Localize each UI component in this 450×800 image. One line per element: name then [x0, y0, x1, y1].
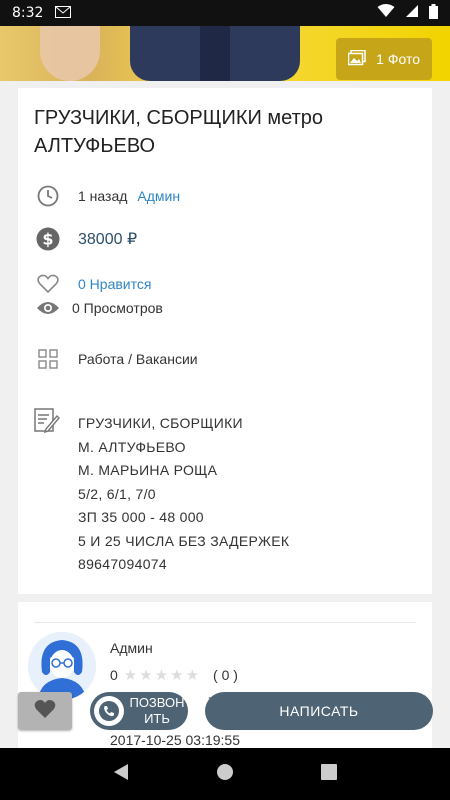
description-line: 89647094074	[78, 556, 167, 572]
rating-reviews: ( 0 )	[213, 667, 238, 683]
description-line: 5/2, 6/1, 7/0	[78, 485, 156, 502]
author-name[interactable]: Админ	[110, 640, 153, 656]
description-line: М. АЛТУФЬЕВО	[78, 438, 186, 455]
grid-icon	[34, 345, 62, 373]
description-line: ГРУЗЧИКИ, СБОРЩИКИ	[78, 415, 243, 431]
call-label-line2: ИТЬ	[144, 711, 170, 726]
call-button[interactable]: ПОЗВОН ИТЬ	[90, 692, 188, 730]
price-row: $ 38000 ₽	[34, 225, 137, 253]
description-edit-icon	[34, 408, 62, 436]
hero-image-arm	[40, 26, 100, 81]
author-link[interactable]: Админ	[137, 188, 180, 204]
avatar[interactable]	[28, 632, 96, 700]
price: 38000 ₽	[78, 231, 138, 248]
wifi-icon	[377, 4, 395, 22]
call-button-label: ПОЗВОН ИТЬ	[128, 695, 186, 727]
listing-title: ГРУЗЧИКИ, СБОРЩИКИ метро АЛТУФЬЕВО	[34, 107, 324, 157]
photo-count-badge[interactable]: 1 Фото	[336, 38, 432, 80]
description-line: ЗП 35 000 - 48 000	[78, 509, 204, 525]
battery-icon	[429, 3, 438, 23]
phone-icon	[94, 696, 124, 726]
heart-icon	[34, 699, 56, 724]
clock-icon	[34, 182, 62, 210]
favorite-button[interactable]	[18, 692, 72, 730]
gmail-notification-icon	[55, 5, 72, 22]
posted-ago: 1 назад	[78, 188, 128, 204]
listing-description: ГРУЗЧИКИ, СБОРЩИКИ М. АЛТУФЬЕВО М. МАРЬИ…	[78, 412, 289, 577]
description-line: 5 И 25 ЧИСЛА БЕЗ ЗАДЕРЖЕК	[78, 532, 290, 549]
system-nav-bar	[0, 748, 450, 800]
listing-card: ГРУЗЧИКИ, СБОРЩИКИ метро АЛТУФЬЕВО 1 наз…	[18, 88, 432, 594]
hero-image-worker	[130, 26, 300, 81]
eye-icon	[34, 294, 62, 322]
gallery-icon	[347, 49, 366, 69]
status-time: 8:32	[12, 5, 44, 21]
category-label[interactable]: Работа / Вакансии	[78, 351, 198, 367]
listing-photo[interactable]: 1 Фото	[0, 26, 450, 81]
cell-signal-icon	[405, 4, 419, 22]
posted-row: 1 назад Админ	[34, 182, 180, 210]
home-icon[interactable]	[216, 763, 234, 786]
status-bar: 8:32	[0, 0, 450, 26]
write-message-button[interactable]: НАПИСАТЬ	[205, 692, 433, 730]
likes-count[interactable]: 0 Нравится	[78, 276, 151, 292]
photo-count-label: 1 Фото	[376, 51, 420, 67]
description-line: М. МАРЬИНА РОЩА	[78, 462, 218, 478]
svg-text:$: $	[42, 230, 53, 249]
rating-stars: ★★★★★	[123, 667, 202, 684]
divider	[34, 622, 416, 623]
views-row: 0 Просмотров	[34, 294, 163, 322]
category-row[interactable]: Работа / Вакансии	[34, 345, 198, 373]
recents-icon[interactable]	[320, 763, 337, 785]
back-icon[interactable]	[113, 763, 129, 786]
rating-value: 0	[110, 667, 118, 683]
call-label-line1: ПОЗВОН	[129, 695, 185, 710]
views-count: 0 Просмотров	[72, 300, 163, 316]
dollar-icon: $	[34, 225, 62, 253]
author-date: 2017-10-25 03:19:55	[110, 732, 240, 748]
author-rating: 0 ★★★★★ ( 0 )	[110, 666, 238, 684]
